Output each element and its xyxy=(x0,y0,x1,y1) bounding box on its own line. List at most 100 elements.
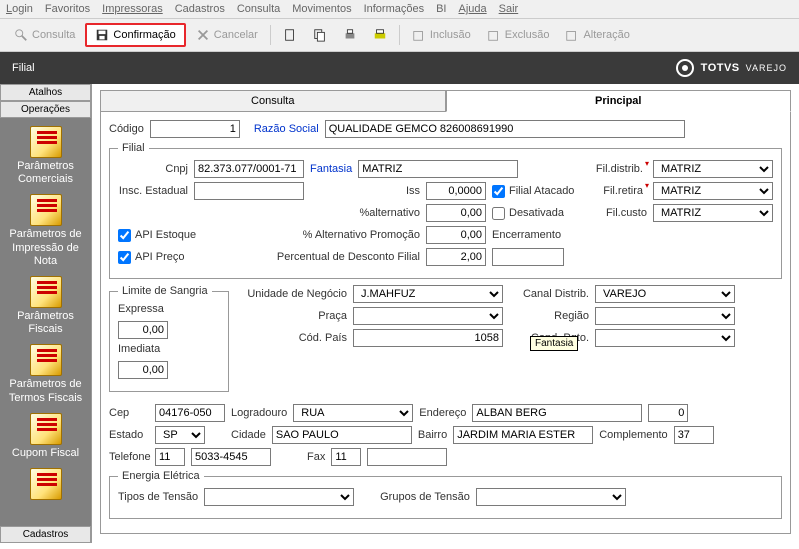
telefone-ddd-input[interactable] xyxy=(155,448,185,466)
tb-exclusao[interactable]: Exclusão xyxy=(481,26,556,44)
chk-api-preco-box[interactable] xyxy=(118,251,131,264)
separator xyxy=(399,25,400,45)
sb-item-param-comerciais[interactable]: Parâmetros Comerciais xyxy=(0,124,91,188)
pct-alt-input[interactable] xyxy=(426,204,486,222)
tb-inclusao[interactable]: Inclusão xyxy=(406,26,477,44)
doc-icon xyxy=(30,344,62,376)
content: Consulta Principal Código Razão Social F… xyxy=(92,84,799,543)
fil-distrib-select[interactable]: MATRIZ xyxy=(653,160,773,178)
menu-cadastros[interactable]: Cadastros xyxy=(175,3,225,15)
tab-principal[interactable]: Principal xyxy=(446,90,792,112)
fax-ddd-input[interactable] xyxy=(331,448,361,466)
imediata-input[interactable] xyxy=(118,361,168,379)
chk-api-preco[interactable]: API Preço xyxy=(118,251,218,264)
unidade-select[interactable]: J.MAHFUZ xyxy=(353,285,503,303)
cep-input[interactable] xyxy=(155,404,225,422)
endereco-num-input[interactable] xyxy=(648,404,688,422)
bairro-input[interactable] xyxy=(453,426,593,444)
sb-item-param-termos[interactable]: Parâmetros de Termos Fiscais xyxy=(0,342,91,406)
grupos-tensao-label: Grupos de Tensão xyxy=(380,491,470,503)
endereco-input[interactable] xyxy=(472,404,642,422)
telefone-input[interactable] xyxy=(191,448,271,466)
cancel-icon xyxy=(196,28,210,42)
fantasia-label: Fantasia xyxy=(310,163,352,175)
form-area: Código Razão Social Filial Cnpj Fantasia… xyxy=(100,112,791,534)
codigo-input[interactable] xyxy=(150,120,240,138)
razao-label: Razão Social xyxy=(254,123,319,135)
sb-tab-atalhos[interactable]: Atalhos xyxy=(0,84,91,101)
cidade-input[interactable] xyxy=(272,426,412,444)
expressa-input[interactable] xyxy=(118,321,168,339)
menu-consulta[interactable]: Consulta xyxy=(237,3,280,15)
doc-icon xyxy=(30,194,62,226)
chk-desativada-box[interactable] xyxy=(492,207,505,220)
menu-login[interactable]: Login xyxy=(6,3,33,15)
titlebar: Filial TOTVS VAREJO xyxy=(0,52,799,84)
praca-select[interactable] xyxy=(353,307,503,325)
bairro-label: Bairro xyxy=(418,429,447,441)
sb-item-cupom-fiscal[interactable]: Cupom Fiscal xyxy=(8,411,83,462)
tb-new[interactable] xyxy=(277,26,303,44)
menu-bi[interactable]: BI xyxy=(436,3,446,15)
fil-custo-select[interactable]: MATRIZ xyxy=(653,204,773,222)
logradouro-select[interactable]: RUA xyxy=(293,404,413,422)
menu-sair[interactable]: Sair xyxy=(499,3,519,15)
imediata-label: Imediata xyxy=(118,343,168,355)
sidebar: Atalhos Operações Parâmetros Comerciais … xyxy=(0,84,92,543)
complemento-input[interactable] xyxy=(674,426,714,444)
tb-confirmacao[interactable]: Confirmação xyxy=(85,23,185,47)
sb-item-param-impressao[interactable]: Parâmetros de Impressão de Nota xyxy=(0,192,91,270)
tb-copy[interactable] xyxy=(307,26,333,44)
tb-alteracao[interactable]: Alteração xyxy=(559,26,635,44)
search-icon xyxy=(14,28,28,42)
iss-label: Iss xyxy=(310,185,420,197)
grupos-tensao-select[interactable] xyxy=(476,488,626,506)
content-tabs: Consulta Principal xyxy=(100,90,791,112)
canal-label: Canal Distrib. xyxy=(509,288,589,300)
chk-filial-atacado-box[interactable] xyxy=(492,185,505,198)
sb-item-more[interactable] xyxy=(26,466,66,504)
printer-icon xyxy=(373,28,387,42)
menu-impressoras[interactable]: Impressoras xyxy=(102,3,163,15)
fax-input[interactable] xyxy=(367,448,447,466)
tb-consulta[interactable]: Consulta xyxy=(8,26,81,44)
chk-filial-atacado[interactable]: Filial Atacado xyxy=(492,185,574,198)
codpais-label: Cód. País xyxy=(237,332,347,344)
logradouro-label: Logradouro xyxy=(231,407,287,419)
pct-alt-promo-input[interactable] xyxy=(426,226,486,244)
insc-input[interactable] xyxy=(194,182,304,200)
razao-input[interactable] xyxy=(325,120,685,138)
tb-print[interactable] xyxy=(337,26,363,44)
sangria-legend: Limite de Sangria xyxy=(118,285,212,297)
fantasia-input[interactable] xyxy=(358,160,518,178)
menu-ajuda[interactable]: Ajuda xyxy=(459,3,487,15)
menu-informacoes[interactable]: Informações xyxy=(364,3,425,15)
encerramento-input[interactable] xyxy=(492,248,564,266)
condpgto-select[interactable] xyxy=(595,329,735,347)
tab-consulta[interactable]: Consulta xyxy=(100,90,446,112)
menu-movimentos[interactable]: Movimentos xyxy=(292,3,351,15)
sb-tab-operacoes[interactable]: Operações xyxy=(0,101,91,118)
tb-printer2[interactable] xyxy=(367,26,393,44)
codpais-input[interactable] xyxy=(353,329,503,347)
regiao-select[interactable] xyxy=(595,307,735,325)
canal-select[interactable]: VAREJO xyxy=(595,285,735,303)
sb-tab-cadastros[interactable]: Cadastros xyxy=(0,526,91,543)
save-icon xyxy=(95,28,109,42)
pct-desc-input[interactable] xyxy=(426,248,486,266)
estado-select[interactable]: SP xyxy=(155,426,205,444)
iss-input[interactable] xyxy=(426,182,486,200)
tb-cancelar[interactable]: Cancelar xyxy=(190,26,264,44)
complemento-label: Complemento xyxy=(599,429,667,441)
praca-label: Praça xyxy=(237,310,347,322)
cnpj-input[interactable] xyxy=(194,160,304,178)
pct-desc-label: Percentual de Desconto Filial xyxy=(224,251,420,263)
chk-api-estoque-box[interactable] xyxy=(118,229,131,242)
fil-retira-select[interactable]: MATRIZ xyxy=(653,182,773,200)
tipos-tensao-select[interactable] xyxy=(204,488,354,506)
sb-item-param-fiscais[interactable]: Parâmetros Fiscais xyxy=(0,274,91,338)
chk-desativada[interactable]: Desativada xyxy=(492,207,564,220)
chk-api-estoque[interactable]: API Estoque xyxy=(118,229,218,242)
menu-favoritos[interactable]: Favoritos xyxy=(45,3,90,15)
fil-retira-label: Fil.retira▾ xyxy=(603,185,647,197)
